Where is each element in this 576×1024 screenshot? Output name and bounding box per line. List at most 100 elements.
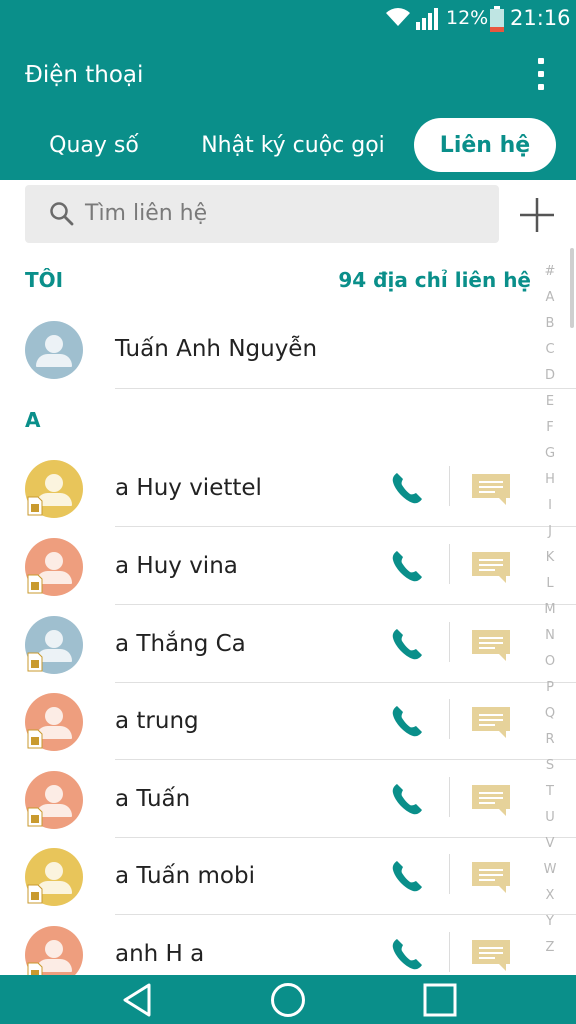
index-letter[interactable]: M — [540, 602, 560, 617]
index-letter[interactable]: P — [540, 680, 560, 695]
call-icon[interactable] — [388, 548, 426, 586]
index-letter[interactable]: C — [540, 342, 560, 357]
index-letter[interactable]: # — [540, 264, 560, 279]
index-letter[interactable]: X — [540, 888, 560, 903]
search-input[interactable]: Tìm liên hệ — [25, 185, 499, 243]
battery-icon — [490, 6, 504, 32]
tab-call-log[interactable]: Nhật ký cuộc gọi — [190, 118, 396, 172]
contact-name: a trung — [115, 708, 199, 734]
sim-card-icon — [27, 729, 43, 749]
divider — [115, 604, 576, 605]
contact-row[interactable]: a Huy viettel — [0, 460, 576, 538]
divider — [449, 777, 450, 817]
index-letter[interactable]: S — [540, 758, 560, 773]
message-icon[interactable] — [469, 470, 513, 508]
index-letter[interactable]: U — [540, 810, 560, 825]
call-icon[interactable] — [388, 470, 426, 508]
call-icon[interactable] — [388, 936, 426, 974]
call-icon[interactable] — [388, 626, 426, 664]
alphabet-index[interactable]: # A B C D E F G H I J K L M N O P Q R S T U V W X Y Z — [540, 264, 560, 964]
contact-name: anh H a — [115, 941, 205, 967]
app-bar: Điện thoại Quay số Nhật ký cuộc gọi Liên… — [0, 38, 576, 180]
tab-dial[interactable]: Quay số — [26, 118, 162, 172]
divider — [449, 854, 450, 894]
divider — [449, 699, 450, 739]
divider — [115, 759, 576, 760]
call-icon[interactable] — [388, 703, 426, 741]
sim-card-icon — [27, 496, 43, 516]
message-icon[interactable] — [469, 548, 513, 586]
overflow-menu-icon[interactable] — [526, 56, 556, 96]
battery-percent: 12% — [446, 7, 489, 29]
index-letter[interactable]: I — [540, 498, 560, 513]
avatar — [25, 321, 83, 379]
index-letter[interactable]: G — [540, 446, 560, 461]
index-letter[interactable]: Z — [540, 940, 560, 955]
divider — [449, 932, 450, 972]
sim-card-icon — [27, 652, 43, 672]
divider — [115, 682, 576, 683]
add-contact-button[interactable] — [518, 196, 556, 234]
contact-row[interactable]: a Huy vina — [0, 538, 576, 616]
index-letter[interactable]: D — [540, 368, 560, 383]
divider — [449, 544, 450, 584]
divider — [115, 388, 576, 389]
my-profile-name: Tuấn Anh Nguyễn — [115, 336, 318, 362]
contact-row[interactable]: a Tuấn mobi — [0, 848, 576, 926]
back-icon[interactable] — [119, 981, 157, 1019]
index-letter[interactable]: E — [540, 394, 560, 409]
call-icon[interactable] — [388, 858, 426, 896]
message-icon[interactable] — [469, 626, 513, 664]
sim-card-icon — [27, 884, 43, 904]
message-icon[interactable] — [469, 858, 513, 896]
index-letter[interactable]: V — [540, 836, 560, 851]
index-letter[interactable]: T — [540, 784, 560, 799]
search-placeholder: Tìm liên hệ — [85, 201, 208, 226]
search-icon — [50, 202, 74, 226]
index-letter[interactable]: A — [540, 290, 560, 305]
divider — [115, 914, 576, 915]
navigation-bar — [0, 975, 576, 1024]
contact-name: a Tuấn — [115, 786, 191, 812]
wifi-icon — [386, 8, 410, 26]
index-letter[interactable]: K — [540, 550, 560, 565]
index-letter[interactable]: H — [540, 472, 560, 487]
clock: 21:16 — [510, 6, 571, 30]
recents-icon[interactable] — [421, 981, 459, 1019]
tab-contacts[interactable]: Liên hệ — [414, 118, 556, 172]
message-icon[interactable] — [469, 936, 513, 974]
sim-card-icon — [27, 807, 43, 827]
message-icon[interactable] — [469, 703, 513, 741]
sim-card-icon — [27, 574, 43, 594]
index-letter[interactable]: R — [540, 732, 560, 747]
contact-row[interactable]: a Tuấn — [0, 771, 576, 849]
contact-count: 94 địa chỉ liên hệ — [338, 268, 531, 292]
index-letter[interactable]: F — [540, 420, 560, 435]
index-letter[interactable]: L — [540, 576, 560, 591]
status-bar: 12% 21:16 — [0, 0, 576, 38]
contact-row[interactable]: a Thắng Ca — [0, 616, 576, 694]
contact-name: a Thắng Ca — [115, 631, 246, 657]
me-section-header: TÔI — [25, 268, 64, 292]
index-letter[interactable]: O — [540, 654, 560, 669]
message-icon[interactable] — [469, 781, 513, 819]
index-letter[interactable]: B — [540, 316, 560, 331]
index-letter[interactable]: Y — [540, 914, 560, 929]
signal-icon — [416, 8, 438, 30]
index-letter[interactable]: Q — [540, 706, 560, 721]
divider — [449, 622, 450, 662]
scrollbar[interactable] — [570, 248, 574, 328]
contact-row[interactable]: a trung — [0, 693, 576, 771]
index-letter[interactable]: J — [540, 524, 560, 539]
app-title: Điện thoại — [25, 62, 144, 88]
contact-name: a Huy viettel — [115, 475, 262, 501]
divider — [115, 526, 576, 527]
divider — [449, 466, 450, 506]
index-letter[interactable]: W — [540, 862, 560, 877]
index-letter[interactable]: N — [540, 628, 560, 643]
contact-name: a Huy vina — [115, 553, 238, 579]
contact-name: a Tuấn mobi — [115, 863, 255, 889]
home-icon[interactable] — [269, 981, 307, 1019]
section-letter-header: A — [25, 408, 41, 432]
call-icon[interactable] — [388, 781, 426, 819]
